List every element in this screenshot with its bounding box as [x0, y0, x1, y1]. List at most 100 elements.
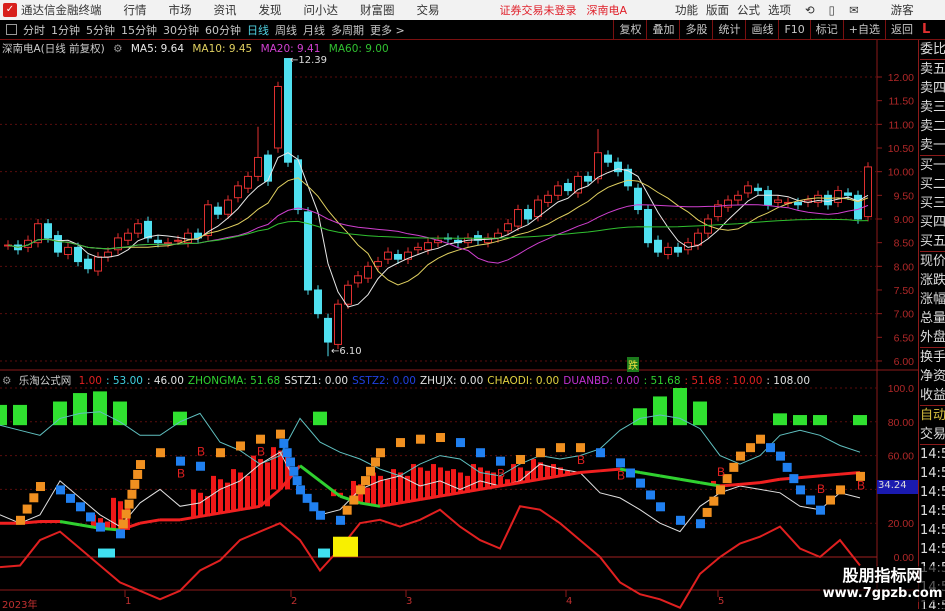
tool-statistics[interactable]: 统计 — [712, 20, 745, 40]
user-label[interactable]: 游客 — [891, 2, 914, 18]
indicator-header: ⚙ 乐淘公式网 1.00: 53.00: 46.00 ZHONGMA: 51.68… — [2, 373, 818, 388]
quote-field-label: 净资 — [920, 369, 945, 384]
menu-layout[interactable]: 版面 — [706, 2, 729, 18]
tool-overlay[interactable]: 叠加 — [646, 20, 679, 40]
step-block — [789, 474, 799, 484]
period-monthly[interactable]: 月线 — [303, 22, 325, 38]
step-block — [176, 456, 185, 466]
zhongma-line — [799, 474, 821, 480]
period-daily[interactable]: 日线 — [247, 22, 269, 38]
period-60min[interactable]: 60分钟 — [205, 22, 241, 38]
menu-market[interactable]: 行情 — [124, 2, 147, 18]
candle-body — [584, 175, 592, 182]
red-histogram-bar — [251, 455, 256, 507]
ma60-label: MA60: 9.00 — [328, 43, 389, 55]
mail-icon[interactable]: ✉ — [849, 3, 859, 17]
time-axis-label: 3 — [406, 596, 413, 607]
step-block — [729, 462, 739, 472]
period-more[interactable]: 更多 > — [370, 22, 405, 38]
tool-multi-stock[interactable]: 多股 — [679, 20, 712, 40]
settings-gear-icon[interactable]: ⚙ — [113, 43, 122, 55]
tool-mark[interactable]: 标记 — [809, 20, 843, 40]
tool-draw[interactable]: 画线 — [745, 20, 778, 40]
period-multi[interactable]: 多周期 — [331, 22, 364, 38]
candle-body — [794, 201, 802, 206]
low-price-label: ←6.10 — [331, 346, 362, 357]
step-block — [22, 504, 32, 514]
green-histogram-bar — [93, 391, 107, 426]
zhongma-line — [59, 520, 81, 527]
step-block — [96, 522, 105, 532]
indicator-value: SSTZ2: 0.00 — [352, 375, 416, 387]
price-tick-label: 10.00 — [888, 167, 914, 179]
step-block — [116, 529, 125, 539]
step-block — [626, 468, 635, 478]
candle-body — [394, 253, 402, 260]
candle-body — [374, 261, 382, 267]
chart-tools: 复权 叠加 多股 统计 画线 F10 标记 +自选 返回 — [613, 20, 918, 40]
step-block — [349, 495, 359, 505]
settings-gear-icon[interactable]: ⚙ — [2, 375, 11, 387]
step-block — [121, 509, 131, 519]
menu-function[interactable]: 功能 — [675, 2, 698, 18]
green-histogram-bar — [693, 401, 707, 426]
menu-discover[interactable]: 发现 — [259, 2, 282, 18]
refresh-icon[interactable]: ⟲ — [805, 3, 815, 17]
tool-f10[interactable]: F10 — [778, 20, 809, 40]
step-block — [292, 476, 302, 486]
zhongma-line — [659, 474, 681, 481]
chart-canvas[interactable]: 12.0011.5011.0010.5010.009.509.008.508.0… — [0, 0, 945, 609]
tick-time: 14:56 — [920, 504, 945, 519]
menu-options[interactable]: 选项 — [768, 2, 791, 18]
step-block — [276, 429, 285, 439]
menu-formula[interactable]: 公式 — [737, 2, 760, 18]
login-warning[interactable]: 证券交易未登录 — [500, 2, 577, 18]
step-block — [302, 493, 312, 503]
candle-body — [354, 275, 362, 284]
indicator-name[interactable]: 乐淘公式网 — [19, 375, 72, 387]
step-block — [124, 499, 134, 509]
quote-field-label: 买二 — [920, 177, 945, 192]
trade-label[interactable]: 交易 — [920, 425, 945, 444]
menu-wealth[interactable]: 财富圈 — [360, 2, 395, 18]
tool-adjust[interactable]: 复权 — [613, 20, 646, 40]
period-intraday[interactable]: 分时 — [23, 22, 45, 38]
red-histogram-bar — [111, 497, 116, 530]
step-block — [696, 519, 705, 529]
period-1min[interactable]: 1分钟 — [51, 22, 80, 38]
main-chart-header: 深南电A(日线 前复权) ⚙ MA5: 9.64 MA10: 9.45 MA20… — [2, 41, 394, 56]
menu-news[interactable]: 资讯 — [214, 2, 237, 18]
indicator-tick-label: 60.00 — [888, 451, 914, 463]
green-histogram-bar — [793, 415, 807, 426]
zhongma-line — [139, 518, 161, 525]
quote-field-label: 委比 — [920, 42, 945, 57]
period-30min[interactable]: 30分钟 — [163, 22, 199, 38]
step-block — [596, 448, 605, 458]
step-block — [756, 434, 765, 444]
candle-body — [224, 199, 232, 215]
green-histogram-bar — [653, 396, 667, 426]
step-block — [702, 507, 712, 517]
high-price-label: ←12.39 — [290, 55, 328, 66]
candle-body — [534, 199, 542, 218]
panel-toggle-icon[interactable] — [6, 24, 17, 35]
step-block — [796, 485, 805, 495]
menu-trade[interactable]: 交易 — [417, 2, 440, 18]
period-15min[interactable]: 15分钟 — [121, 22, 157, 38]
step-block — [118, 519, 128, 529]
side-panel-flag[interactable]: L — [918, 20, 945, 40]
phone-icon[interactable]: ▯ — [829, 3, 835, 17]
period-5min[interactable]: 5分钟 — [86, 22, 115, 38]
menu-ask[interactable]: 问小达 — [304, 2, 339, 18]
tool-back[interactable]: 返回 — [885, 20, 918, 40]
step-block — [736, 451, 745, 461]
buy-signal-label: B — [197, 445, 205, 459]
step-block — [436, 433, 445, 443]
menu-markets[interactable]: 市场 — [169, 2, 192, 18]
auto-trade-toggle[interactable]: 自动 — [920, 405, 945, 425]
period-weekly[interactable]: 周线 — [275, 22, 297, 38]
candle-body — [634, 187, 642, 211]
candle-body — [274, 85, 282, 149]
step-block — [836, 485, 845, 495]
tool-add-watchlist[interactable]: +自选 — [842, 20, 885, 40]
